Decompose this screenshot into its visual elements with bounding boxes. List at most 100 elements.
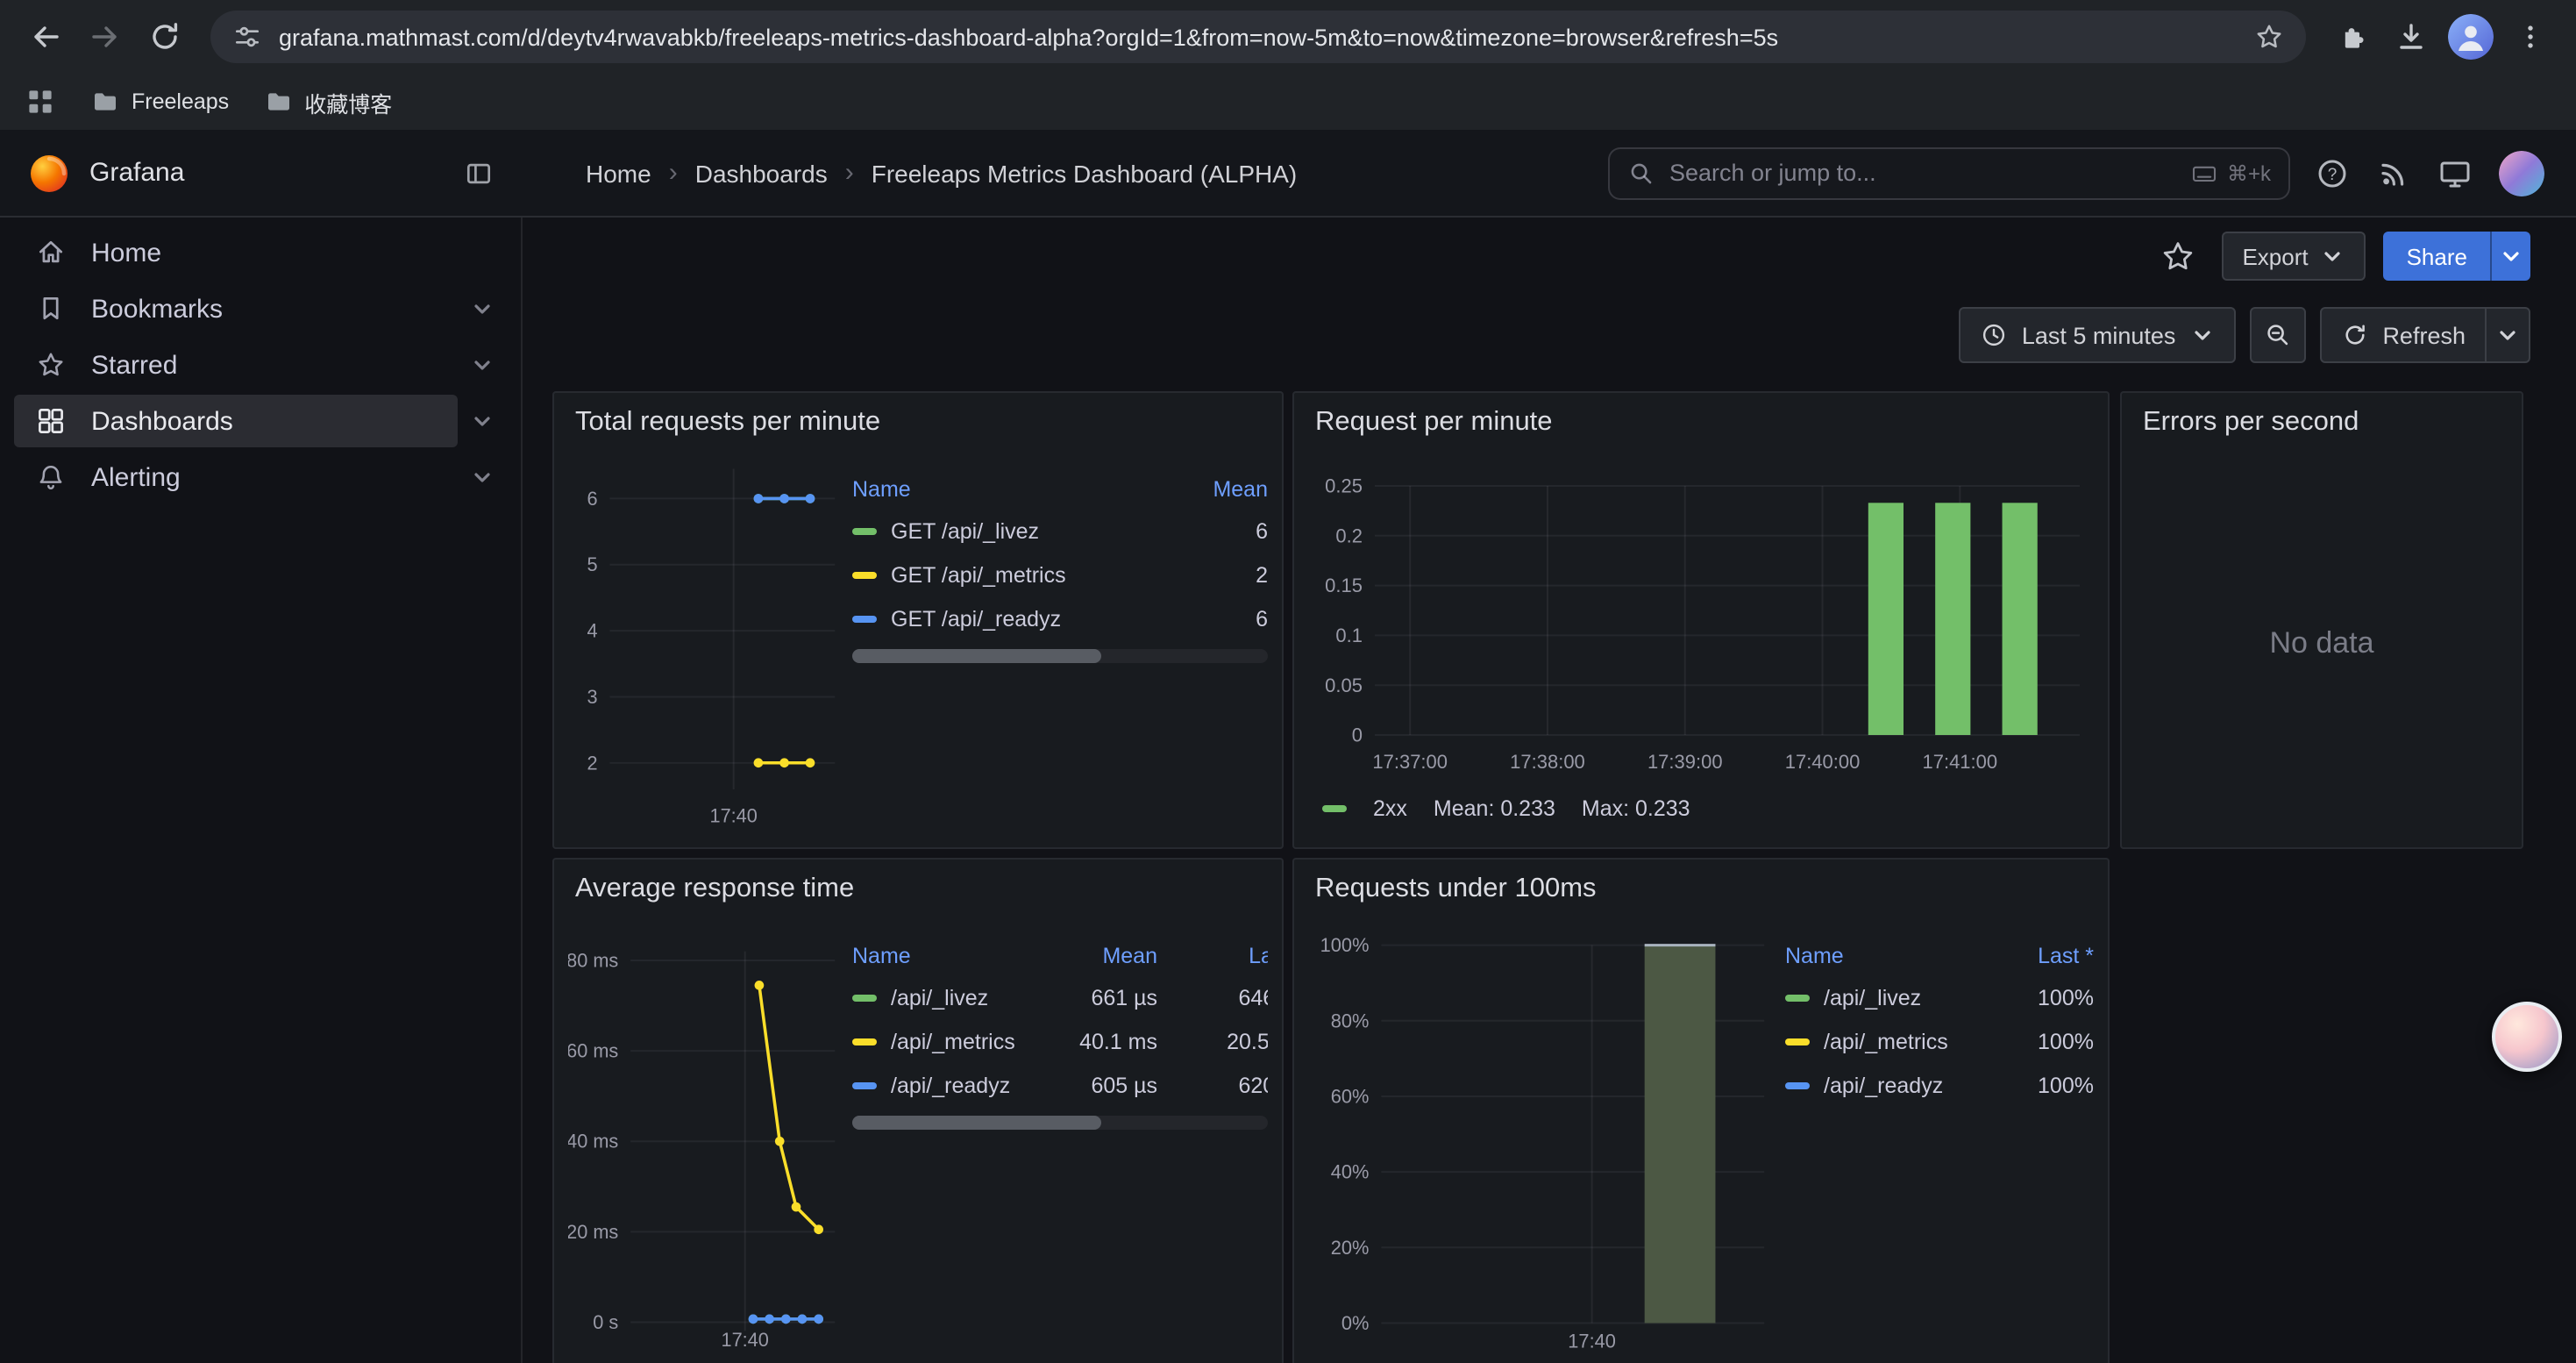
breadcrumb-dashboards[interactable]: Dashboards [695, 159, 828, 187]
series-name[interactable]: /api/_metrics [891, 1029, 1015, 1053]
svg-text:80 ms: 80 ms [568, 949, 618, 971]
chart-total-requests[interactable]: 17:4065432 [568, 453, 852, 837]
forward-icon [88, 19, 123, 54]
series-swatch [1322, 805, 1347, 812]
legend-column-header[interactable]: Name [1785, 944, 1996, 968]
series-name[interactable]: 2xx [1373, 796, 1407, 821]
bookmark-item-blogs[interactable]: 收藏博客 [264, 85, 392, 118]
chart-avg-response[interactable]: 17:4080 ms60 ms40 ms20 ms0 s [568, 919, 852, 1361]
sidebar-item-alerting: Alerting [0, 449, 521, 505]
monitor-icon [2437, 155, 2473, 190]
zoom-out-button[interactable] [2249, 307, 2305, 363]
kebab-menu-icon [2515, 21, 2546, 53]
series-name[interactable]: /api/_livez [1824, 985, 1921, 1010]
folder-icon [264, 88, 292, 116]
sidebar-item-starred: Starred [0, 337, 521, 393]
extensions-button[interactable] [2323, 9, 2380, 65]
series-value: 40.1 ms [1049, 1029, 1157, 1053]
sidebar-item-starred-link[interactable]: Starred [14, 339, 458, 391]
breadcrumb-separator: › [845, 158, 854, 188]
sidebar-item-dashboards-link[interactable]: Dashboards [14, 395, 458, 447]
sidebar-item-bookmarks-link[interactable]: Bookmarks [14, 282, 458, 335]
dashboard-actions-row: Export Share [523, 218, 2576, 295]
legend-column-header[interactable]: Last * [1996, 944, 2094, 968]
series-name[interactable]: GET /api/_metrics [891, 562, 1066, 587]
browser-menu-button[interactable] [2502, 9, 2558, 65]
legend-scrollbar[interactable] [852, 1116, 1268, 1130]
user-avatar[interactable] [2499, 150, 2544, 196]
favorite-dashboard-button[interactable] [2151, 230, 2203, 282]
legend-scrollbar-thumb[interactable] [852, 649, 1101, 663]
legend-scrollbar-thumb[interactable] [852, 1116, 1101, 1130]
series-swatch [1785, 1038, 1810, 1045]
expand-chevron-icon[interactable] [458, 409, 507, 433]
chart-request-per-minute[interactable]: 17:37:0017:38:0017:39:0017:40:0017:41:00… [1308, 453, 2097, 781]
time-range-label: Last 5 minutes [2022, 322, 2176, 348]
breadcrumb-home[interactable]: Home [586, 159, 651, 187]
browser-profile-button[interactable] [2443, 9, 2499, 65]
legend-row: /api/_readyz605 µs620 µs [852, 1063, 1268, 1107]
legend-row: GET /api/_livez6 [852, 509, 1268, 553]
panel-title[interactable]: Total requests per minute [575, 407, 880, 439]
series-name[interactable]: GET /api/_readyz [891, 606, 1061, 631]
svg-text:40 ms: 40 ms [568, 1131, 618, 1152]
bookmark-star-icon[interactable] [2253, 21, 2285, 53]
legend-column-header[interactable]: Last * [1157, 944, 1268, 968]
share-dropdown-button[interactable] [2490, 232, 2530, 281]
back-button[interactable] [18, 9, 74, 65]
legend-column-header[interactable]: Mean [1049, 944, 1157, 968]
panel-title[interactable]: Request per minute [1315, 407, 1553, 439]
svg-text:0.25: 0.25 [1325, 475, 1363, 497]
refresh-button[interactable]: Refresh [2321, 309, 2485, 361]
legend-scrollbar[interactable] [852, 649, 1268, 663]
expand-chevron-icon[interactable] [458, 353, 507, 377]
chart-under-100ms[interactable]: 17:40100%80%60%40%20%0% [1308, 919, 1785, 1361]
series-name[interactable]: /api/_livez [891, 985, 988, 1010]
refresh-interval-dropdown[interactable] [2485, 309, 2529, 361]
display-button[interactable] [2437, 155, 2473, 190]
help-button[interactable]: ? [2315, 155, 2350, 190]
series-name[interactable]: /api/_metrics [1824, 1029, 1948, 1053]
series-name[interactable]: /api/_readyz [1824, 1073, 1943, 1097]
legend-column-header[interactable]: Name [852, 477, 1177, 502]
export-label: Export [2242, 243, 2308, 269]
share-button[interactable]: Share [2384, 232, 2490, 281]
svg-text:0.1: 0.1 [1335, 624, 1363, 646]
legend-column-header[interactable]: Mean [1177, 477, 1268, 502]
panel-title[interactable]: Errors per second [2143, 407, 2359, 439]
grafana-logo[interactable] [28, 152, 70, 194]
sidebar-item-home-link[interactable]: Home [14, 226, 507, 279]
panel-request-per-minute: Request per minute 17:37:0017:38:0017:39… [1292, 391, 2110, 849]
expand-chevron-icon[interactable] [458, 465, 507, 489]
series-name[interactable]: GET /api/_livez [891, 518, 1039, 543]
forward-button[interactable] [77, 9, 133, 65]
sidebar-item-alerting-link[interactable]: Alerting [14, 451, 458, 503]
bookmark-item-freeleaps[interactable]: Freeleaps [91, 88, 229, 116]
panel-title[interactable]: Average response time [575, 874, 854, 905]
svg-text:17:40: 17:40 [1568, 1330, 1616, 1352]
search-input[interactable]: Search or jump to... ⌘+k [1608, 146, 2290, 199]
url-text[interactable]: grafana.mathmast.com/d/deytv4rwavabkb/fr… [279, 24, 2238, 50]
url-bar[interactable]: grafana.mathmast.com/d/deytv4rwavabkb/fr… [210, 11, 2306, 63]
legend-column-header[interactable]: Name [852, 944, 1049, 968]
series-mean: Mean: 0.233 [1434, 796, 1555, 821]
dock-toggle-icon [463, 157, 495, 189]
series-name[interactable]: /api/_readyz [891, 1073, 1010, 1097]
bookmark-label: 收藏博客 [304, 85, 392, 118]
news-button[interactable] [2376, 155, 2411, 190]
reload-button[interactable] [137, 9, 193, 65]
panel-title[interactable]: Requests under 100ms [1315, 874, 1597, 905]
clock-icon [1980, 321, 2008, 349]
svg-text:0.05: 0.05 [1325, 674, 1363, 696]
downloads-button[interactable] [2383, 9, 2439, 65]
screen: grafana.mathmast.com/d/deytv4rwavabkb/fr… [0, 0, 2576, 1363]
time-range-picker[interactable]: Last 5 minutes [1959, 307, 2236, 363]
assistant-avatar-widget[interactable] [2492, 1002, 2562, 1072]
expand-chevron-icon[interactable] [458, 296, 507, 321]
apps-grid-icon[interactable] [25, 86, 56, 118]
sidebar-item-label: Dashboards [91, 406, 233, 436]
mega-menu-toggle[interactable] [463, 157, 495, 189]
star-icon [35, 349, 67, 381]
breadcrumb: Home › Dashboards › Freeleaps Metrics Da… [586, 158, 1297, 188]
export-button[interactable]: Export [2221, 232, 2366, 281]
